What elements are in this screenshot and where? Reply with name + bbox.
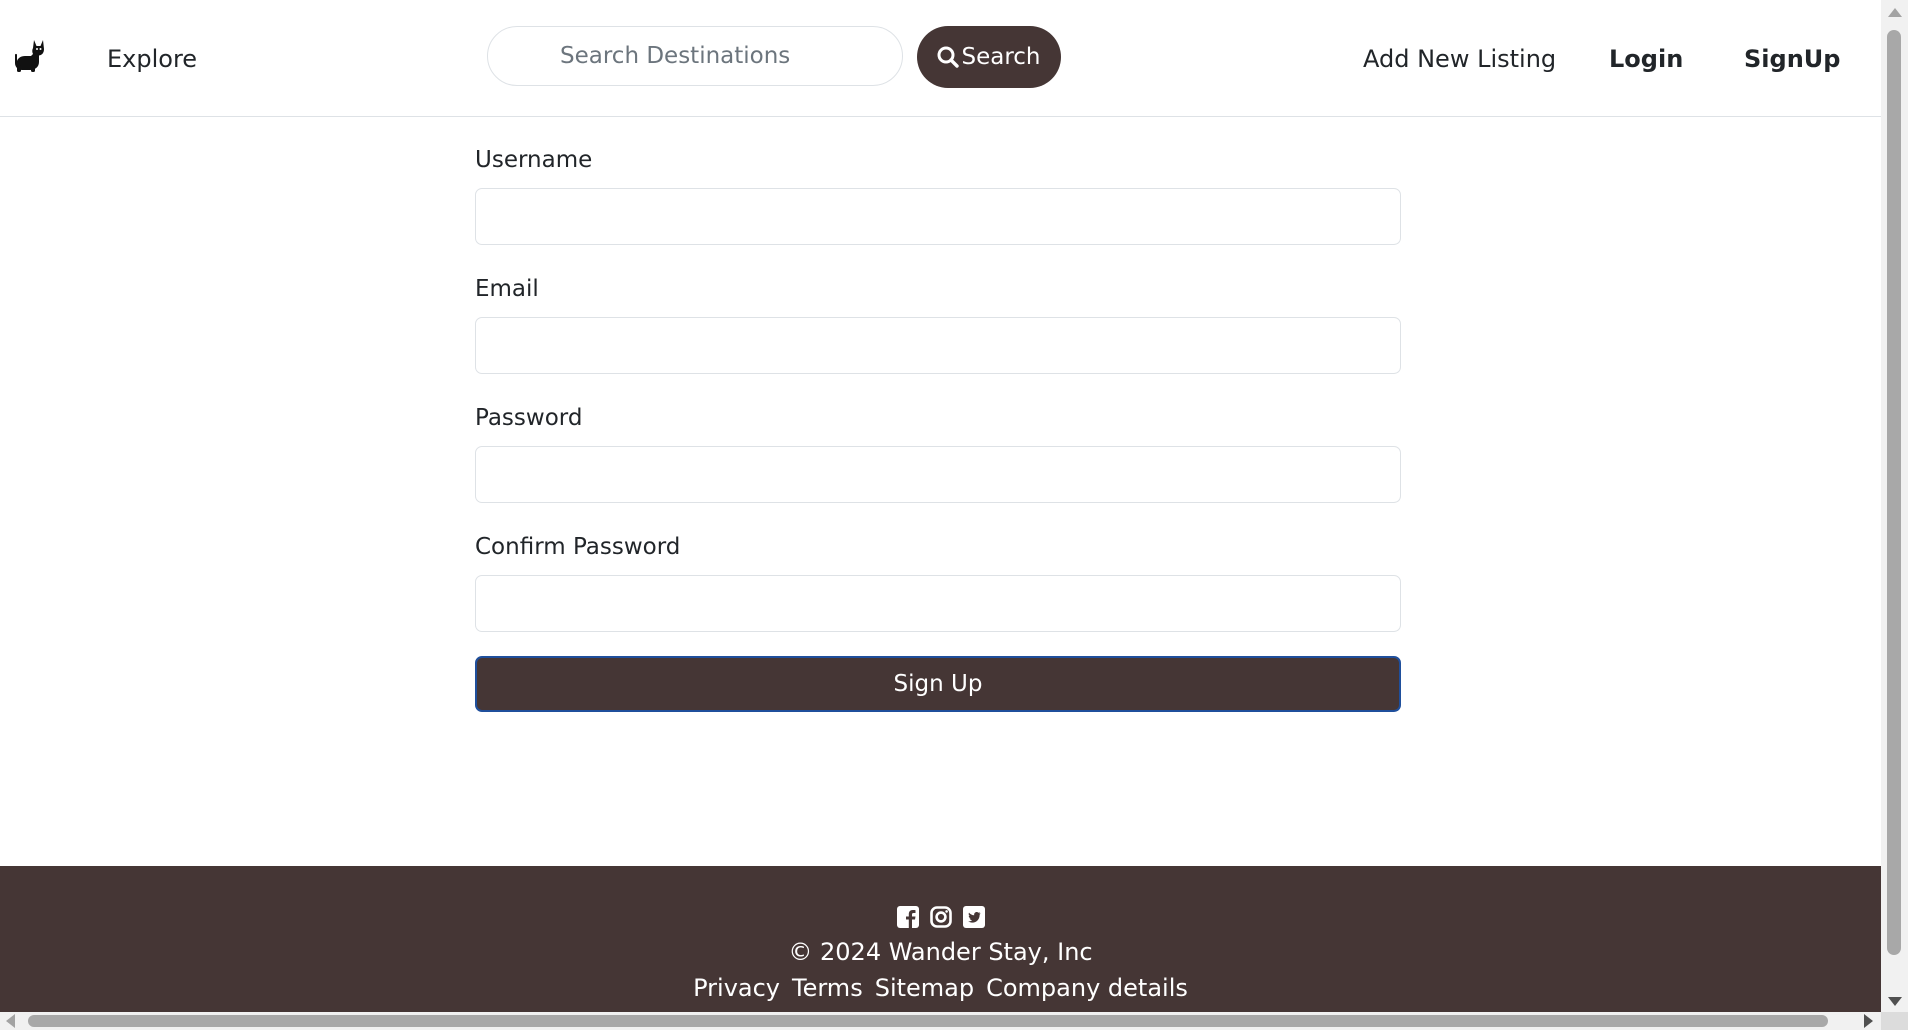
scrollbar-corner: [1881, 1012, 1908, 1030]
password-input[interactable]: [475, 446, 1401, 503]
horizontal-scroll-thumb[interactable]: [28, 1015, 1828, 1027]
email-field-group: Email: [475, 269, 1401, 374]
footer-link-terms[interactable]: Terms: [792, 972, 863, 1004]
vertical-scrollbar[interactable]: [1881, 0, 1908, 1012]
scroll-down-arrow-icon[interactable]: [1888, 997, 1902, 1006]
navbar: Explore Search Add New Listing Login Sig…: [0, 0, 1881, 117]
scroll-right-arrow-icon[interactable]: [1864, 1014, 1873, 1028]
email-label: Email: [475, 276, 539, 302]
page-viewport: Explore Search Add New Listing Login Sig…: [0, 0, 1881, 1012]
password-label: Password: [475, 405, 583, 431]
email-input[interactable]: [475, 317, 1401, 374]
magnifier-icon: [937, 46, 960, 68]
footer: © 2024 Wander Stay, Inc Privacy Terms Si…: [0, 866, 1881, 1012]
nav-explore-link[interactable]: Explore: [107, 44, 197, 74]
footer-links: Privacy Terms Sitemap Company details: [0, 972, 1881, 1004]
confirm-password-input[interactable]: [475, 575, 1401, 632]
nav-signup-link[interactable]: SignUp: [1744, 44, 1840, 74]
facebook-icon[interactable]: [896, 906, 919, 928]
sign-up-button[interactable]: Sign Up: [475, 656, 1401, 712]
horizontal-scrollbar[interactable]: [0, 1012, 1881, 1030]
nav-add-listing-link[interactable]: Add New Listing: [1363, 44, 1556, 74]
signup-form: Username Email Password Confirm Password…: [475, 140, 1401, 712]
brand-logo[interactable]: [12, 38, 46, 74]
password-field-group: Password: [475, 398, 1401, 503]
cat-icon: [15, 40, 44, 72]
username-field-group: Username: [475, 140, 1401, 245]
vertical-scroll-thumb[interactable]: [1887, 30, 1901, 955]
confirm-password-label: Confirm Password: [475, 534, 681, 560]
search-input[interactable]: [487, 26, 903, 86]
copyright-text: © 2024 Wander Stay, Inc: [788, 938, 1093, 966]
footer-link-privacy[interactable]: Privacy: [693, 972, 780, 1004]
confirm-password-field-group: Confirm Password: [475, 527, 1401, 632]
scroll-left-arrow-icon[interactable]: [6, 1014, 15, 1028]
search-button[interactable]: Search: [917, 26, 1061, 88]
instagram-icon[interactable]: [929, 906, 952, 928]
nav-login-link[interactable]: Login: [1609, 44, 1683, 74]
footer-link-sitemap[interactable]: Sitemap: [875, 972, 974, 1004]
twitter-icon[interactable]: [962, 906, 985, 928]
scroll-up-arrow-icon[interactable]: [1888, 8, 1902, 17]
username-label: Username: [475, 147, 593, 173]
social-links: [0, 906, 1881, 930]
username-input[interactable]: [475, 188, 1401, 245]
search-button-label: Search: [961, 44, 1041, 70]
footer-link-company-details[interactable]: Company details: [986, 972, 1188, 1004]
